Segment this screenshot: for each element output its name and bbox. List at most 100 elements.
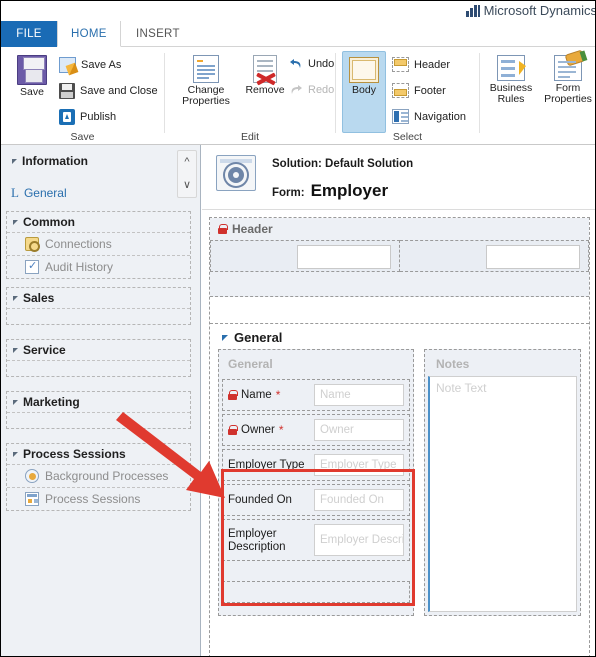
save-as-label: Save As	[81, 59, 122, 71]
tab-insert[interactable]: INSERT	[123, 21, 193, 47]
ribbon-group-select: Body Header Footer Navigation Select	[336, 47, 479, 145]
connections-icon	[25, 237, 40, 252]
triangle-collapse-icon[interactable]	[222, 334, 228, 341]
triangle-collapse-icon	[13, 399, 18, 405]
remove-button[interactable]: Remove	[239, 55, 291, 96]
ribbon-group-edit: Change Properties Remove Undo Redo Edit	[165, 47, 335, 145]
triangle-collapse-icon	[13, 295, 18, 301]
field-input-name[interactable]: Name	[314, 384, 404, 406]
nav-section-service-label: Service	[23, 343, 66, 357]
body-label: Body	[352, 84, 376, 96]
brand-name: Microsoft Dynamics	[483, 3, 596, 18]
triangle-collapse-icon	[13, 219, 18, 225]
undo-label: Undo	[308, 57, 335, 70]
general-columns: General Name * Name Owner * Owner Employ…	[210, 349, 589, 616]
ribbon-group-save-label: Save	[70, 131, 95, 143]
save-button[interactable]: Save	[9, 55, 55, 98]
sidebar-item-audit-history[interactable]: Audit History	[7, 255, 190, 278]
form-properties-button[interactable]: Form Properties	[540, 55, 595, 105]
footer-icon	[392, 83, 409, 98]
publish-button[interactable]: Publish	[59, 109, 116, 125]
field-input-employer-description[interactable]: Employer Descri	[314, 524, 404, 556]
save-as-button[interactable]: Save As	[59, 57, 121, 73]
tab-home[interactable]: HOME	[57, 21, 121, 47]
sidebar-item-general[interactable]: L General	[11, 185, 67, 201]
nav-section-marketing-label: Marketing	[23, 395, 80, 409]
business-rules-label: Business Rules	[489, 82, 533, 105]
undo-button[interactable]: Undo	[289, 57, 334, 70]
required-asterisk: *	[278, 423, 284, 437]
form-canvas: Solution: Default Solution Form: Employe…	[202, 145, 595, 656]
tab-file[interactable]: FILE	[1, 21, 57, 47]
form-section-header[interactable]: Header	[210, 218, 589, 297]
nav-section-information-header[interactable]: Information	[6, 151, 191, 171]
field-input-owner[interactable]: Owner	[314, 419, 404, 441]
footer-button[interactable]: Footer	[392, 83, 446, 98]
form-section-header-label: Header	[232, 222, 273, 236]
note-text-input[interactable]: Note Text	[428, 376, 577, 612]
form-designer-icon	[216, 155, 256, 191]
save-and-close-icon	[59, 83, 75, 99]
lock-icon	[228, 425, 238, 435]
nav-section-marketing-empty	[7, 412, 190, 428]
business-rules-button[interactable]: Business Rules	[484, 55, 538, 105]
field-row-founded-on[interactable]: Founded On Founded On	[222, 484, 410, 516]
nav-section-common-header[interactable]: Common	[7, 212, 190, 232]
general-column-empty-row[interactable]	[222, 581, 410, 603]
remove-label: Remove	[245, 84, 285, 96]
undo-arrow-icon	[289, 57, 303, 70]
ribbon-tab-strip: FILE HOME INSERT	[1, 21, 595, 47]
change-properties-icon	[193, 55, 219, 83]
sidebar-item-background-processes[interactable]: Background Processes	[7, 464, 190, 487]
left-navigation-pane: ^ ∨ Information L General Common Connect…	[1, 145, 201, 656]
field-row-name[interactable]: Name * Name	[222, 379, 410, 411]
save-and-close-button[interactable]: Save and Close	[59, 83, 158, 99]
body-button[interactable]: Body	[344, 57, 384, 96]
field-input-founded-on[interactable]: Founded On	[314, 489, 404, 511]
form-name: Employer	[310, 181, 389, 200]
nav-section-process-sessions: Process Sessions Background Processes Pr…	[6, 443, 191, 511]
audit-history-icon	[25, 259, 39, 274]
background-processes-icon	[25, 469, 39, 483]
navigation-button[interactable]: Navigation	[392, 109, 466, 124]
field-label-employer-description: Employer Description	[228, 528, 286, 553]
header-cell-1[interactable]	[210, 240, 400, 272]
form-section-general-label: General	[234, 330, 283, 345]
header-cell-2[interactable]	[400, 240, 589, 272]
header-cell-1-input[interactable]	[297, 245, 391, 269]
form-properties-label: Form Properties	[544, 82, 592, 105]
nav-section-process-sessions-header[interactable]: Process Sessions	[7, 444, 190, 464]
nav-section-service-header[interactable]: Service	[7, 340, 190, 360]
form-title-bar: Solution: Default Solution Form: Employe…	[202, 145, 595, 210]
field-input-employer-type[interactable]: Employer Type	[314, 454, 404, 476]
general-column-title: General	[228, 357, 273, 371]
sidebar-item-audit-history-label: Audit History	[45, 260, 114, 274]
ribbon-group-tools: Business Rules Form Properties	[480, 47, 595, 145]
field-row-employer-description[interactable]: Employer Description Employer Descri	[222, 519, 410, 561]
field-row-employer-type[interactable]: Employer Type Employer Type	[222, 449, 410, 481]
header-button[interactable]: Header	[392, 57, 450, 72]
required-asterisk: *	[275, 388, 281, 402]
navigation-label: Navigation	[414, 110, 466, 123]
general-column-filler	[222, 561, 410, 575]
redo-button[interactable]: Redo	[289, 83, 334, 96]
notes-column-title: Notes	[436, 357, 470, 371]
field-row-owner[interactable]: Owner * Owner	[222, 414, 410, 446]
form-body: Header General General Name * Name Owner…	[209, 217, 590, 656]
save-button-label: Save	[20, 86, 44, 98]
change-properties-button[interactable]: Change Properties	[175, 55, 237, 107]
triangle-collapse-icon	[13, 451, 18, 457]
nav-section-sales: Sales	[6, 287, 191, 325]
nav-section-marketing-header[interactable]: Marketing	[7, 392, 190, 412]
general-left-column: General Name * Name Owner * Owner Employ…	[218, 349, 414, 616]
nav-section-common: Common Connections Audit History	[6, 211, 191, 279]
sidebar-item-connections[interactable]: Connections	[7, 232, 190, 255]
form-section-general-title[interactable]: General	[210, 324, 589, 349]
save-as-icon	[59, 57, 76, 73]
redo-label: Redo	[308, 83, 335, 96]
header-label: Header	[414, 58, 451, 71]
nav-section-sales-header[interactable]: Sales	[7, 288, 190, 308]
sidebar-item-process-sessions[interactable]: Process Sessions	[7, 487, 190, 510]
nav-section-process-sessions-label: Process Sessions	[23, 447, 126, 461]
header-cell-2-input[interactable]	[486, 245, 580, 269]
